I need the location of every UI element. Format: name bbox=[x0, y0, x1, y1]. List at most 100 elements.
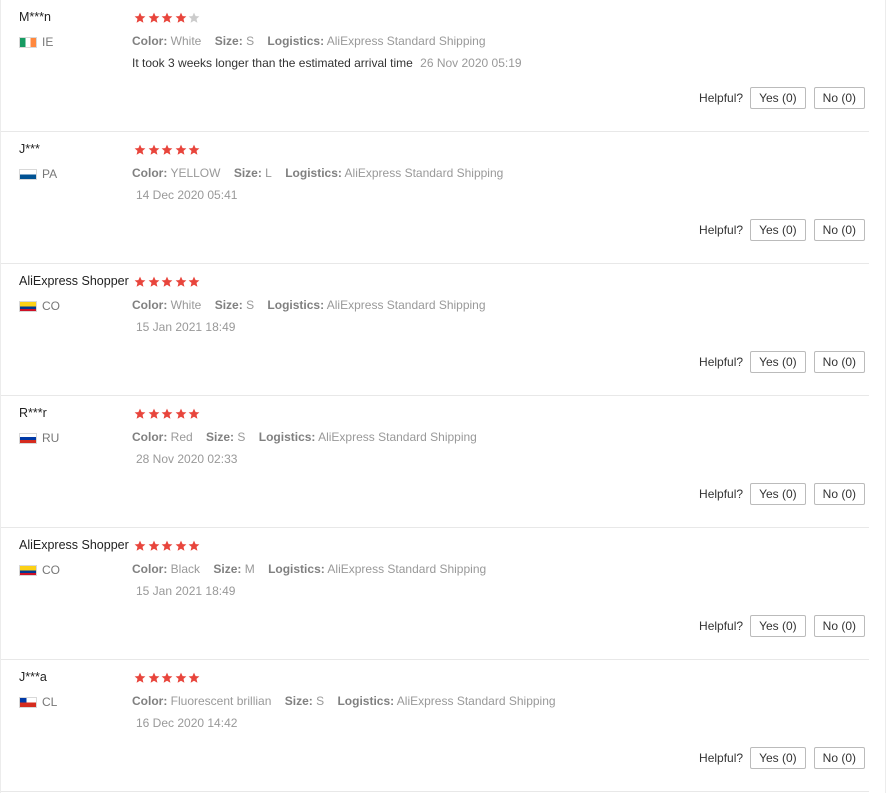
star-filled-icon bbox=[148, 276, 159, 287]
star-filled-icon bbox=[188, 276, 200, 287]
star-filled-icon bbox=[161, 12, 173, 23]
size-label: Size: bbox=[284, 694, 313, 708]
reviewer-name: AliExpress Shopper bbox=[19, 274, 129, 288]
color-value: Fluorescent brillian bbox=[170, 694, 272, 708]
helpful-yes-button[interactable]: Yes (0) bbox=[750, 483, 806, 505]
star-filled-icon bbox=[134, 12, 146, 23]
country-code: CO bbox=[42, 299, 60, 313]
star-filled-icon bbox=[148, 144, 159, 155]
reviewer-country: RU bbox=[19, 431, 59, 445]
size-value: S bbox=[316, 694, 325, 708]
product-attributes: Color: White Size: S Logistics: AliExpre… bbox=[132, 34, 486, 48]
reviewer-name: J*** bbox=[19, 142, 40, 156]
star-filled-icon bbox=[188, 672, 200, 683]
star-filled-icon bbox=[134, 276, 146, 287]
review-content: 14 Dec 2020 05:41 bbox=[132, 188, 237, 202]
reviewer-country: CO bbox=[19, 563, 60, 577]
logistics-label: Logistics: bbox=[268, 562, 325, 576]
helpful-votes: Helpful? Yes (0) No (0) bbox=[699, 351, 865, 373]
helpful-yes-button[interactable]: Yes (0) bbox=[750, 747, 806, 769]
star-rating bbox=[134, 672, 202, 684]
country-code: CL bbox=[42, 695, 58, 709]
country-code: RU bbox=[42, 431, 60, 445]
color-label: Color: bbox=[132, 298, 168, 312]
reviewer-name: AliExpress Shopper bbox=[19, 538, 129, 552]
review-item: AliExpress Shopper CO Color: White Size:… bbox=[1, 264, 869, 396]
helpful-yes-button[interactable]: Yes (0) bbox=[750, 351, 806, 373]
helpful-no-button[interactable]: No (0) bbox=[813, 351, 865, 373]
star-empty-icon bbox=[188, 12, 200, 23]
review-content: 15 Jan 2021 18:49 bbox=[132, 320, 235, 334]
reviewer-country: PA bbox=[19, 167, 57, 181]
helpful-yes-button[interactable]: Yes (0) bbox=[750, 615, 806, 637]
helpful-votes: Helpful? Yes (0) No (0) bbox=[699, 615, 865, 637]
country-flag-icon bbox=[19, 432, 37, 444]
product-attributes: Color: Fluorescent brillian Size: S Logi… bbox=[132, 694, 556, 708]
color-label: Color: bbox=[132, 166, 168, 180]
review-date: 14 Dec 2020 05:41 bbox=[136, 188, 238, 202]
size-label: Size: bbox=[213, 562, 242, 576]
reviewer-country: CO bbox=[19, 299, 60, 313]
review-text: It took 3 weeks longer than the estimate… bbox=[132, 56, 413, 70]
size-value: S bbox=[246, 34, 255, 48]
star-rating bbox=[134, 408, 202, 420]
logistics-label: Logistics: bbox=[337, 694, 395, 708]
star-filled-icon bbox=[175, 540, 186, 551]
product-attributes: Color: White Size: S Logistics: AliExpre… bbox=[132, 298, 486, 312]
star-rating bbox=[134, 12, 202, 24]
star-rating bbox=[134, 540, 202, 552]
product-attributes: Color: Red Size: S Logistics: AliExpress… bbox=[132, 430, 477, 444]
color-value: Red bbox=[170, 430, 193, 444]
star-filled-icon bbox=[161, 276, 173, 287]
country-code: CO bbox=[42, 563, 60, 577]
review-content: 15 Jan 2021 18:49 bbox=[132, 584, 235, 598]
size-value: L bbox=[265, 166, 272, 180]
helpful-votes: Helpful? Yes (0) No (0) bbox=[699, 219, 865, 241]
reviewer-country: IE bbox=[19, 35, 53, 49]
country-code: IE bbox=[42, 35, 54, 49]
logistics-value: AliExpress Standard Shipping bbox=[327, 562, 487, 576]
helpful-no-button[interactable]: No (0) bbox=[813, 219, 865, 241]
review-date: 28 Nov 2020 02:33 bbox=[136, 452, 238, 466]
star-filled-icon bbox=[175, 276, 186, 287]
color-value: White bbox=[170, 298, 202, 312]
star-filled-icon bbox=[148, 672, 159, 683]
star-filled-icon bbox=[175, 408, 186, 419]
review-item: R***r RU Color: Red Size: S Logistics: A… bbox=[1, 396, 869, 528]
color-label: Color: bbox=[132, 694, 168, 708]
color-label: Color: bbox=[132, 430, 168, 444]
helpful-yes-button[interactable]: Yes (0) bbox=[750, 87, 806, 109]
country-flag-icon bbox=[19, 168, 37, 180]
review-item: J***a CL Color: Fluorescent brillian Siz… bbox=[1, 660, 869, 792]
color-label: Color: bbox=[132, 562, 168, 576]
size-value: M bbox=[244, 562, 255, 576]
helpful-no-button[interactable]: No (0) bbox=[813, 615, 865, 637]
helpful-label: Helpful? bbox=[699, 355, 744, 369]
review-content: 28 Nov 2020 02:33 bbox=[132, 452, 237, 466]
star-filled-icon bbox=[134, 672, 146, 683]
helpful-no-button[interactable]: No (0) bbox=[813, 87, 865, 109]
helpful-label: Helpful? bbox=[699, 91, 744, 105]
product-attributes: Color: Black Size: M Logistics: AliExpre… bbox=[132, 562, 486, 576]
review-content: 16 Dec 2020 14:42 bbox=[132, 716, 237, 730]
helpful-no-button[interactable]: No (0) bbox=[813, 747, 865, 769]
helpful-no-button[interactable]: No (0) bbox=[813, 483, 865, 505]
helpful-yes-button[interactable]: Yes (0) bbox=[750, 219, 806, 241]
review-content: It took 3 weeks longer than the estimate… bbox=[132, 56, 522, 70]
color-value: YELLOW bbox=[170, 166, 221, 180]
size-label: Size: bbox=[214, 34, 243, 48]
star-filled-icon bbox=[188, 408, 200, 419]
country-flag-icon bbox=[19, 36, 37, 48]
size-label: Size: bbox=[233, 166, 262, 180]
country-flag-icon bbox=[19, 564, 37, 576]
star-filled-icon bbox=[134, 540, 146, 551]
star-filled-icon bbox=[134, 144, 146, 155]
logistics-label: Logistics: bbox=[285, 166, 342, 180]
star-filled-icon bbox=[148, 408, 159, 419]
star-filled-icon bbox=[161, 540, 173, 551]
logistics-label: Logistics: bbox=[267, 298, 325, 312]
color-label: Color: bbox=[132, 34, 168, 48]
helpful-votes: Helpful? Yes (0) No (0) bbox=[699, 87, 865, 109]
size-label: Size: bbox=[206, 430, 235, 444]
size-value: S bbox=[246, 298, 255, 312]
